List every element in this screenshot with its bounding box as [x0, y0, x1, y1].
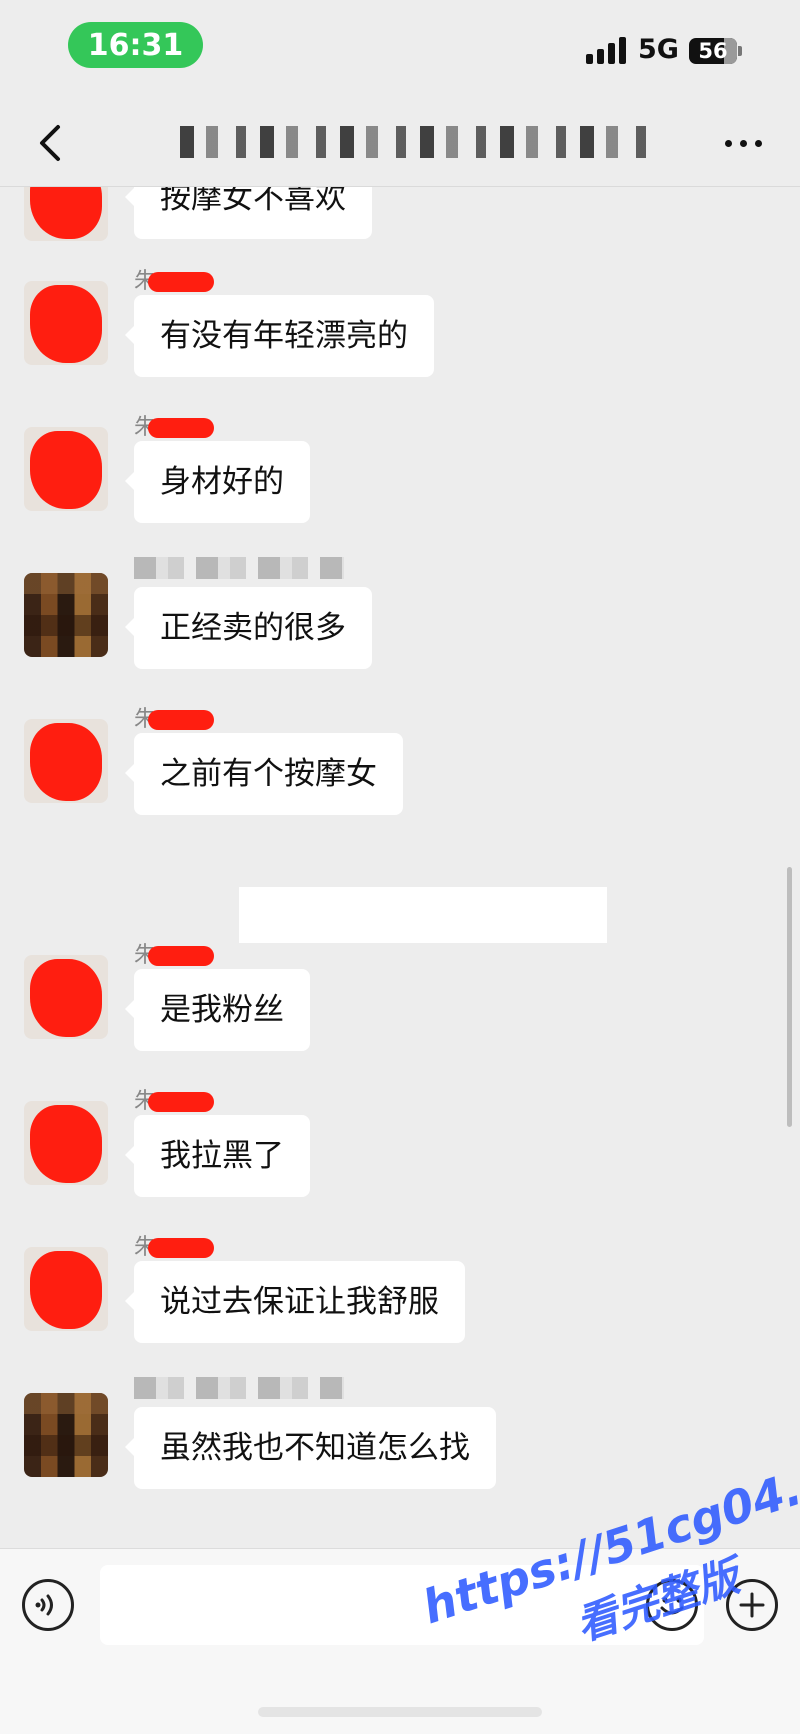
- voice-icon: [35, 1594, 53, 1616]
- back-arrow-icon[interactable]: [28, 118, 78, 168]
- battery-icon: 56: [689, 38, 737, 64]
- avatar[interactable]: [24, 1247, 108, 1331]
- battery-tip: [738, 46, 742, 56]
- voice-input-button[interactable]: [22, 1579, 74, 1631]
- plus-icon: [739, 1592, 765, 1618]
- signal-icon: [586, 36, 626, 64]
- sender-name: 朱: [134, 1229, 215, 1260]
- message-bubble[interactable]: 按摩女不喜欢: [125, 187, 372, 239]
- scrollbar[interactable]: [787, 867, 792, 1127]
- message-list[interactable]: 按摩女不喜欢 朱 有没有年轻漂亮的 朱 身材好的 正经卖的很多 朱 之前有个按摩…: [0, 187, 800, 1547]
- message-bubble[interactable]: 正经卖的很多: [125, 587, 372, 669]
- sender-name: 朱: [134, 263, 215, 294]
- message-bubble[interactable]: 身材好的: [125, 441, 310, 523]
- battery-level: 56: [698, 39, 728, 63]
- sender-name: 朱: [134, 937, 215, 968]
- avatar[interactable]: [24, 719, 108, 803]
- message-input[interactable]: [100, 1565, 704, 1645]
- nav-bar: [0, 100, 800, 187]
- message-bubble[interactable]: 是我粉丝: [125, 969, 310, 1051]
- avatar[interactable]: [24, 1393, 108, 1477]
- message-bubble[interactable]: 虽然我也不知道怎么找: [125, 1407, 496, 1489]
- sender-name: 朱: [134, 409, 215, 440]
- sender-name: 朱: [134, 1083, 215, 1114]
- emoji-icon: [660, 1597, 684, 1615]
- network-type: 5G: [638, 34, 679, 65]
- chat-title-redacted: [180, 126, 650, 158]
- message-bubble[interactable]: 我拉黑了: [125, 1115, 310, 1197]
- avatar[interactable]: [24, 427, 108, 511]
- more-options-icon[interactable]: [718, 128, 768, 158]
- redacted-box: [239, 887, 607, 943]
- sender-name-redacted: [134, 1377, 344, 1399]
- status-bar: 16:31 5G 56: [0, 0, 800, 100]
- more-functions-button[interactable]: [726, 1579, 778, 1631]
- sender-name: 朱: [134, 701, 215, 732]
- avatar[interactable]: [24, 281, 108, 365]
- avatar[interactable]: [24, 573, 108, 657]
- message-bubble[interactable]: 之前有个按摩女: [125, 733, 403, 815]
- input-bar: [0, 1548, 800, 1734]
- home-indicator: [258, 1707, 542, 1717]
- avatar[interactable]: [24, 1101, 108, 1185]
- avatar[interactable]: [24, 187, 108, 241]
- status-time: 16:31: [68, 22, 203, 68]
- message-bubble[interactable]: 有没有年轻漂亮的: [125, 295, 434, 377]
- message-bubble[interactable]: 说过去保证让我舒服: [125, 1261, 465, 1343]
- sender-name-redacted: [134, 557, 344, 579]
- emoji-button[interactable]: [646, 1579, 698, 1631]
- avatar[interactable]: [24, 955, 108, 1039]
